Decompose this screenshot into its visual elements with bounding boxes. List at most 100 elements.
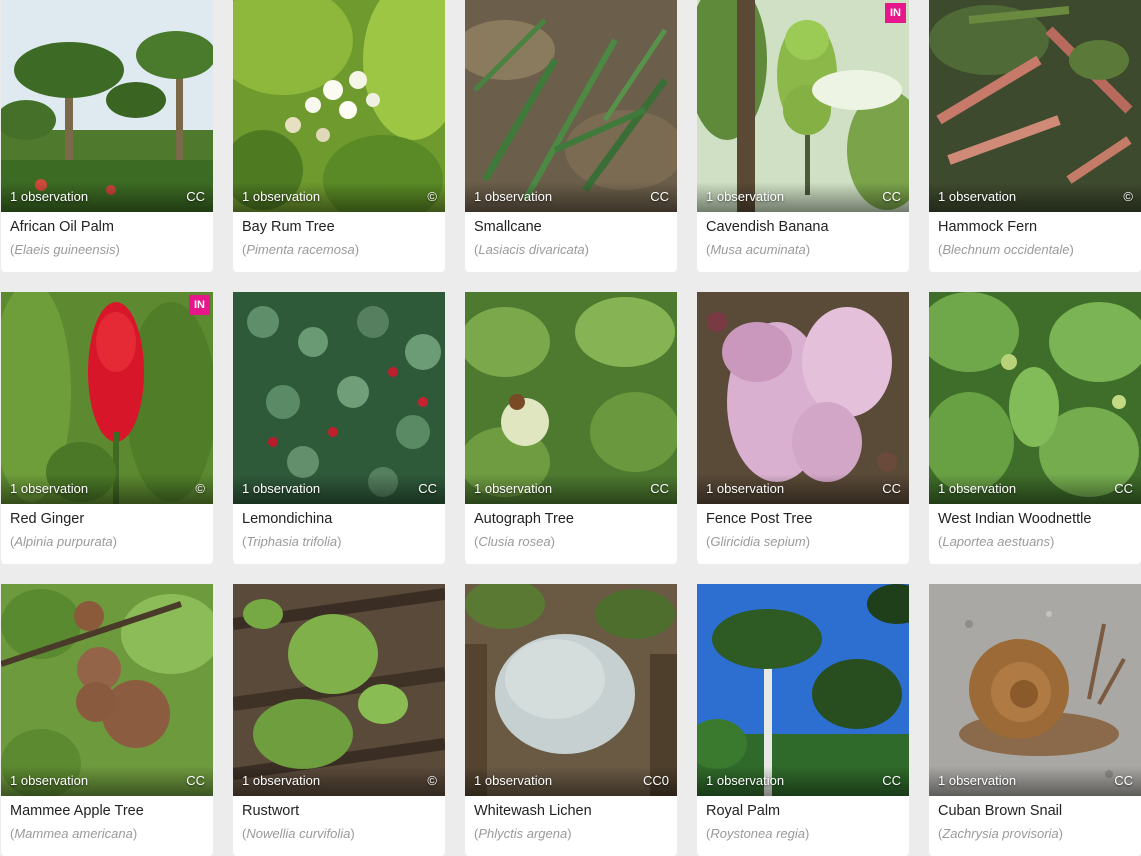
common-name[interactable]: Autograph Tree (474, 511, 574, 527)
species-photo[interactable]: IN 1 observation CC (697, 0, 909, 212)
lemondichina-photo (233, 292, 445, 504)
scientific-name: (Musa acuminata) (706, 242, 811, 257)
species-card[interactable]: 1 observation CC Smallcane (Lasiacis div… (465, 0, 677, 272)
observation-count[interactable]: 1 observation (706, 773, 784, 788)
species-card[interactable]: 1 observation CC West Indian Woodnettle … (929, 292, 1141, 564)
species-photo[interactable]: 1 observation © (233, 584, 445, 796)
species-card[interactable]: 1 observation © Hammock Fern (Blechnum o… (929, 0, 1141, 272)
species-photo[interactable]: 1 observation CC (697, 584, 909, 796)
license-label: CC (186, 189, 205, 204)
species-card[interactable]: IN 1 observation © Red Ginger (Alpinia p… (1, 292, 213, 564)
observation-count[interactable]: 1 observation (474, 773, 552, 788)
introduced-badge: IN (189, 295, 210, 315)
observation-count[interactable]: 1 observation (242, 189, 320, 204)
autograph-tree-photo (465, 292, 677, 504)
snail-photo (929, 584, 1141, 796)
scientific-name: (Elaeis guineensis) (10, 242, 120, 257)
species-photo[interactable]: 1 observation CC (697, 292, 909, 504)
scientific-name: (Clusia rosea) (474, 534, 555, 549)
scientific-name: (Pimenta racemosa) (242, 242, 360, 257)
common-name[interactable]: Cavendish Banana (706, 219, 829, 235)
common-name[interactable]: Hammock Fern (938, 219, 1037, 235)
license-label: CC (1114, 481, 1133, 496)
smallcane-photo (465, 0, 677, 212)
observation-count[interactable]: 1 observation (706, 481, 784, 496)
species-card[interactable]: 1 observation © Bay Rum Tree (Pimenta ra… (233, 0, 445, 272)
lichen-photo (465, 584, 677, 796)
license-label: © (427, 773, 437, 788)
scientific-name: (Roystonea regia) (706, 826, 810, 841)
observation-count[interactable]: 1 observation (938, 481, 1016, 496)
common-name[interactable]: Rustwort (242, 803, 299, 819)
common-name[interactable]: Mammee Apple Tree (10, 803, 144, 819)
license-label: CC (650, 481, 669, 496)
license-label: CC (882, 189, 901, 204)
scientific-name: (Nowellia curvifolia) (242, 826, 355, 841)
rustwort-photo (233, 584, 445, 796)
observation-count[interactable]: 1 observation (10, 773, 88, 788)
common-name[interactable]: African Oil Palm (10, 219, 114, 235)
observation-count[interactable]: 1 observation (474, 481, 552, 496)
license-label: © (195, 481, 205, 496)
observation-count[interactable]: 1 observation (706, 189, 784, 204)
species-photo[interactable]: 1 observation CC (929, 292, 1141, 504)
red-ginger-photo (1, 292, 213, 504)
observation-count[interactable]: 1 observation (10, 189, 88, 204)
license-label: CC (882, 773, 901, 788)
species-card[interactable]: 1 observation CC Lemondichina (Triphasia… (233, 292, 445, 564)
observation-count[interactable]: 1 observation (242, 773, 320, 788)
scientific-name: (Alpinia purpurata) (10, 534, 117, 549)
species-photo[interactable]: 1 observation CC (929, 584, 1141, 796)
common-name[interactable]: Whitewash Lichen (474, 803, 592, 819)
species-card[interactable]: 1 observation © Rustwort (Nowellia curvi… (233, 584, 445, 856)
species-photo[interactable]: 1 observation CC (465, 0, 677, 212)
species-card[interactable]: 1 observation CC Autograph Tree (Clusia … (465, 292, 677, 564)
common-name[interactable]: West Indian Woodnettle (938, 511, 1091, 527)
species-card[interactable]: IN 1 observation CC Cavendish Banana (Mu… (697, 0, 909, 272)
species-card[interactable]: 1 observation CC Royal Palm (Roystonea r… (697, 584, 909, 856)
fern-photo (929, 0, 1141, 212)
mammee-apple-photo (1, 584, 213, 796)
observation-count[interactable]: 1 observation (242, 481, 320, 496)
species-photo[interactable]: 1 observation CC (1, 584, 213, 796)
scientific-name: (Triphasia trifolia) (242, 534, 342, 549)
species-card[interactable]: 1 observation CC Mammee Apple Tree (Mamm… (1, 584, 213, 856)
species-photo[interactable]: 1 observation © (233, 0, 445, 212)
common-name[interactable]: Cuban Brown Snail (938, 803, 1062, 819)
introduced-badge: IN (885, 3, 906, 23)
common-name[interactable]: Royal Palm (706, 803, 780, 819)
species-photo[interactable]: 1 observation CC0 (465, 584, 677, 796)
species-photo[interactable]: 1 observation CC (1, 0, 213, 212)
bay-rum-photo (233, 0, 445, 212)
scientific-name: (Laportea aestuans) (938, 534, 1055, 549)
species-photo[interactable]: IN 1 observation © (1, 292, 213, 504)
species-photo[interactable]: 1 observation CC (465, 292, 677, 504)
observation-count[interactable]: 1 observation (938, 773, 1016, 788)
species-photo[interactable]: 1 observation © (929, 0, 1141, 212)
species-card[interactable]: 1 observation CC Fence Post Tree (Gliric… (697, 292, 909, 564)
species-card[interactable]: 1 observation CC0 Whitewash Lichen (Phly… (465, 584, 677, 856)
oil-palm-photo (1, 0, 213, 212)
species-card[interactable]: 1 observation CC African Oil Palm (Elaei… (1, 0, 213, 272)
license-label: CC (418, 481, 437, 496)
scientific-name: (Lasiacis divaricata) (474, 242, 589, 257)
observation-count[interactable]: 1 observation (938, 189, 1016, 204)
fence-post-tree-photo (697, 292, 909, 504)
license-label: © (1123, 189, 1133, 204)
common-name[interactable]: Smallcane (474, 219, 542, 235)
license-label: CC (650, 189, 669, 204)
scientific-name: (Mammea americana) (10, 826, 138, 841)
common-name[interactable]: Fence Post Tree (706, 511, 812, 527)
license-label: © (427, 189, 437, 204)
observation-count[interactable]: 1 observation (474, 189, 552, 204)
license-label: CC (882, 481, 901, 496)
species-card[interactable]: 1 observation CC Cuban Brown Snail (Zach… (929, 584, 1141, 856)
scientific-name: (Blechnum occidentale) (938, 242, 1074, 257)
common-name[interactable]: Red Ginger (10, 511, 84, 527)
common-name[interactable]: Lemondichina (242, 511, 332, 527)
banana-photo (697, 0, 909, 212)
common-name[interactable]: Bay Rum Tree (242, 219, 335, 235)
observation-count[interactable]: 1 observation (10, 481, 88, 496)
scientific-name: (Gliricidia sepium) (706, 534, 811, 549)
species-photo[interactable]: 1 observation CC (233, 292, 445, 504)
